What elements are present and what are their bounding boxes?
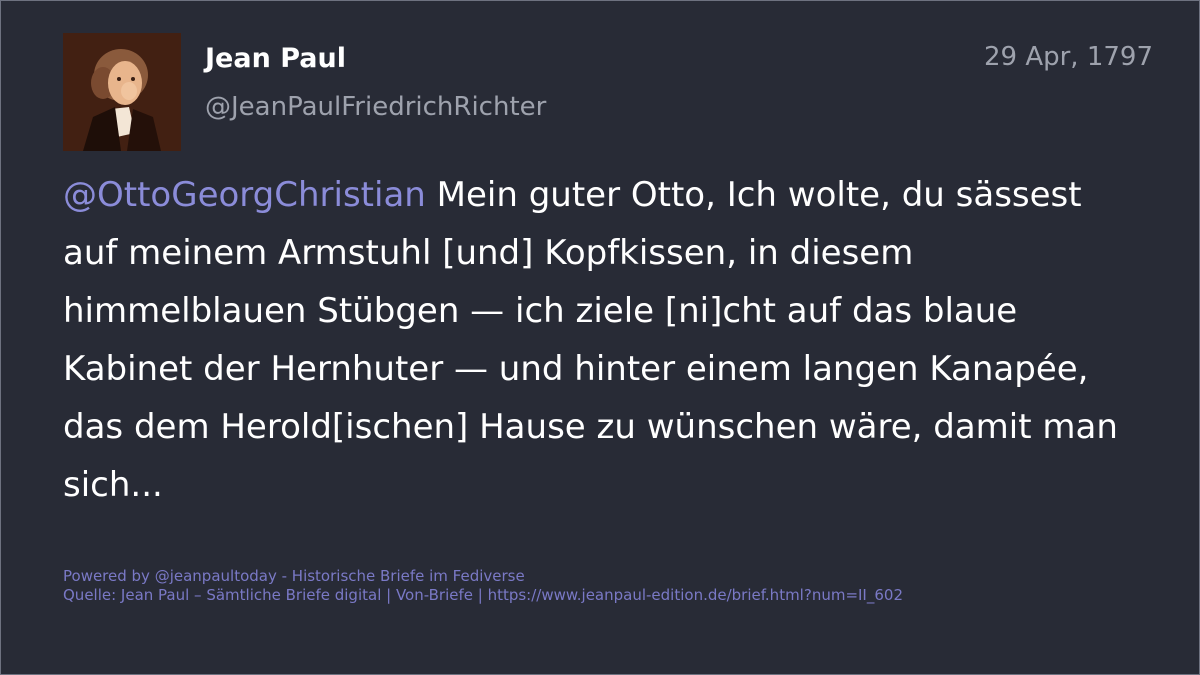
powered-by-text: Powered by @jeanpaultoday - Historische … [63,567,525,585]
source-text: Quelle: Jean Paul – Sämtliche Briefe dig… [63,586,903,604]
post-text: @OttoGeorgChristian Mein guter Otto, Ich… [63,166,1145,514]
post-body: Mein guter Otto, Ich wolte, du sässest a… [63,175,1118,505]
footer: Powered by @jeanpaultoday - Historische … [63,567,1163,605]
author-handle[interactable]: @JeanPaulFriedrichRichter [205,89,546,125]
post-card: Jean Paul @JeanPaulFriedrichRichter 29 A… [0,0,1200,675]
mention-link[interactable]: @OttoGeorgChristian [63,175,426,215]
portrait-image [63,33,181,151]
avatar[interactable] [63,33,181,151]
post-date: 29 Apr, 1797 [983,42,1153,72]
author-name[interactable]: Jean Paul [205,41,346,77]
